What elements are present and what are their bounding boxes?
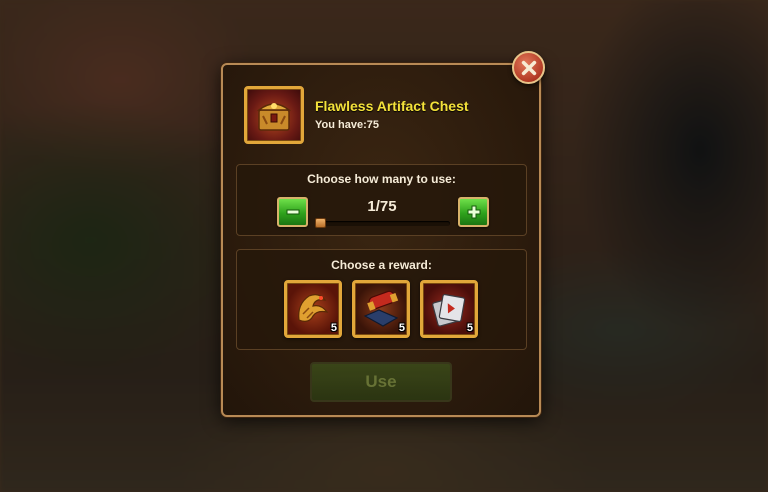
plus-icon bbox=[467, 205, 480, 219]
reward-option-3[interactable]: 5 bbox=[420, 280, 478, 338]
close-button[interactable] bbox=[512, 51, 545, 84]
reward-count: 5 bbox=[466, 322, 473, 334]
quantity-label: Choose how many to use: bbox=[307, 172, 456, 186]
reward-label: Choose a reward: bbox=[331, 258, 432, 272]
golden-dragon-artifact-icon bbox=[298, 294, 329, 322]
close-x-icon bbox=[521, 60, 536, 75]
decrease-button[interactable] bbox=[277, 197, 308, 227]
quantity-counter: 1/75 bbox=[367, 198, 397, 215]
quantity-slider-track[interactable] bbox=[316, 221, 450, 226]
minus-icon bbox=[286, 209, 299, 215]
reward-count: 5 bbox=[330, 322, 337, 334]
item-title: Flawless Artifact Chest bbox=[315, 98, 469, 114]
artifact-chest-icon bbox=[244, 86, 304, 144]
red-scroll-book-artifact-icon bbox=[363, 290, 399, 327]
quantity-slider-handle[interactable] bbox=[315, 218, 326, 228]
reward-option-2[interactable]: 5 bbox=[352, 280, 410, 338]
reward-option-1[interactable]: 5 bbox=[284, 280, 342, 338]
use-button[interactable]: Use bbox=[310, 362, 452, 402]
grey-cards-artifact-icon bbox=[432, 293, 466, 327]
owned-count: You have:75 bbox=[315, 119, 379, 131]
increase-button[interactable] bbox=[458, 197, 489, 227]
reward-count: 5 bbox=[398, 322, 405, 334]
